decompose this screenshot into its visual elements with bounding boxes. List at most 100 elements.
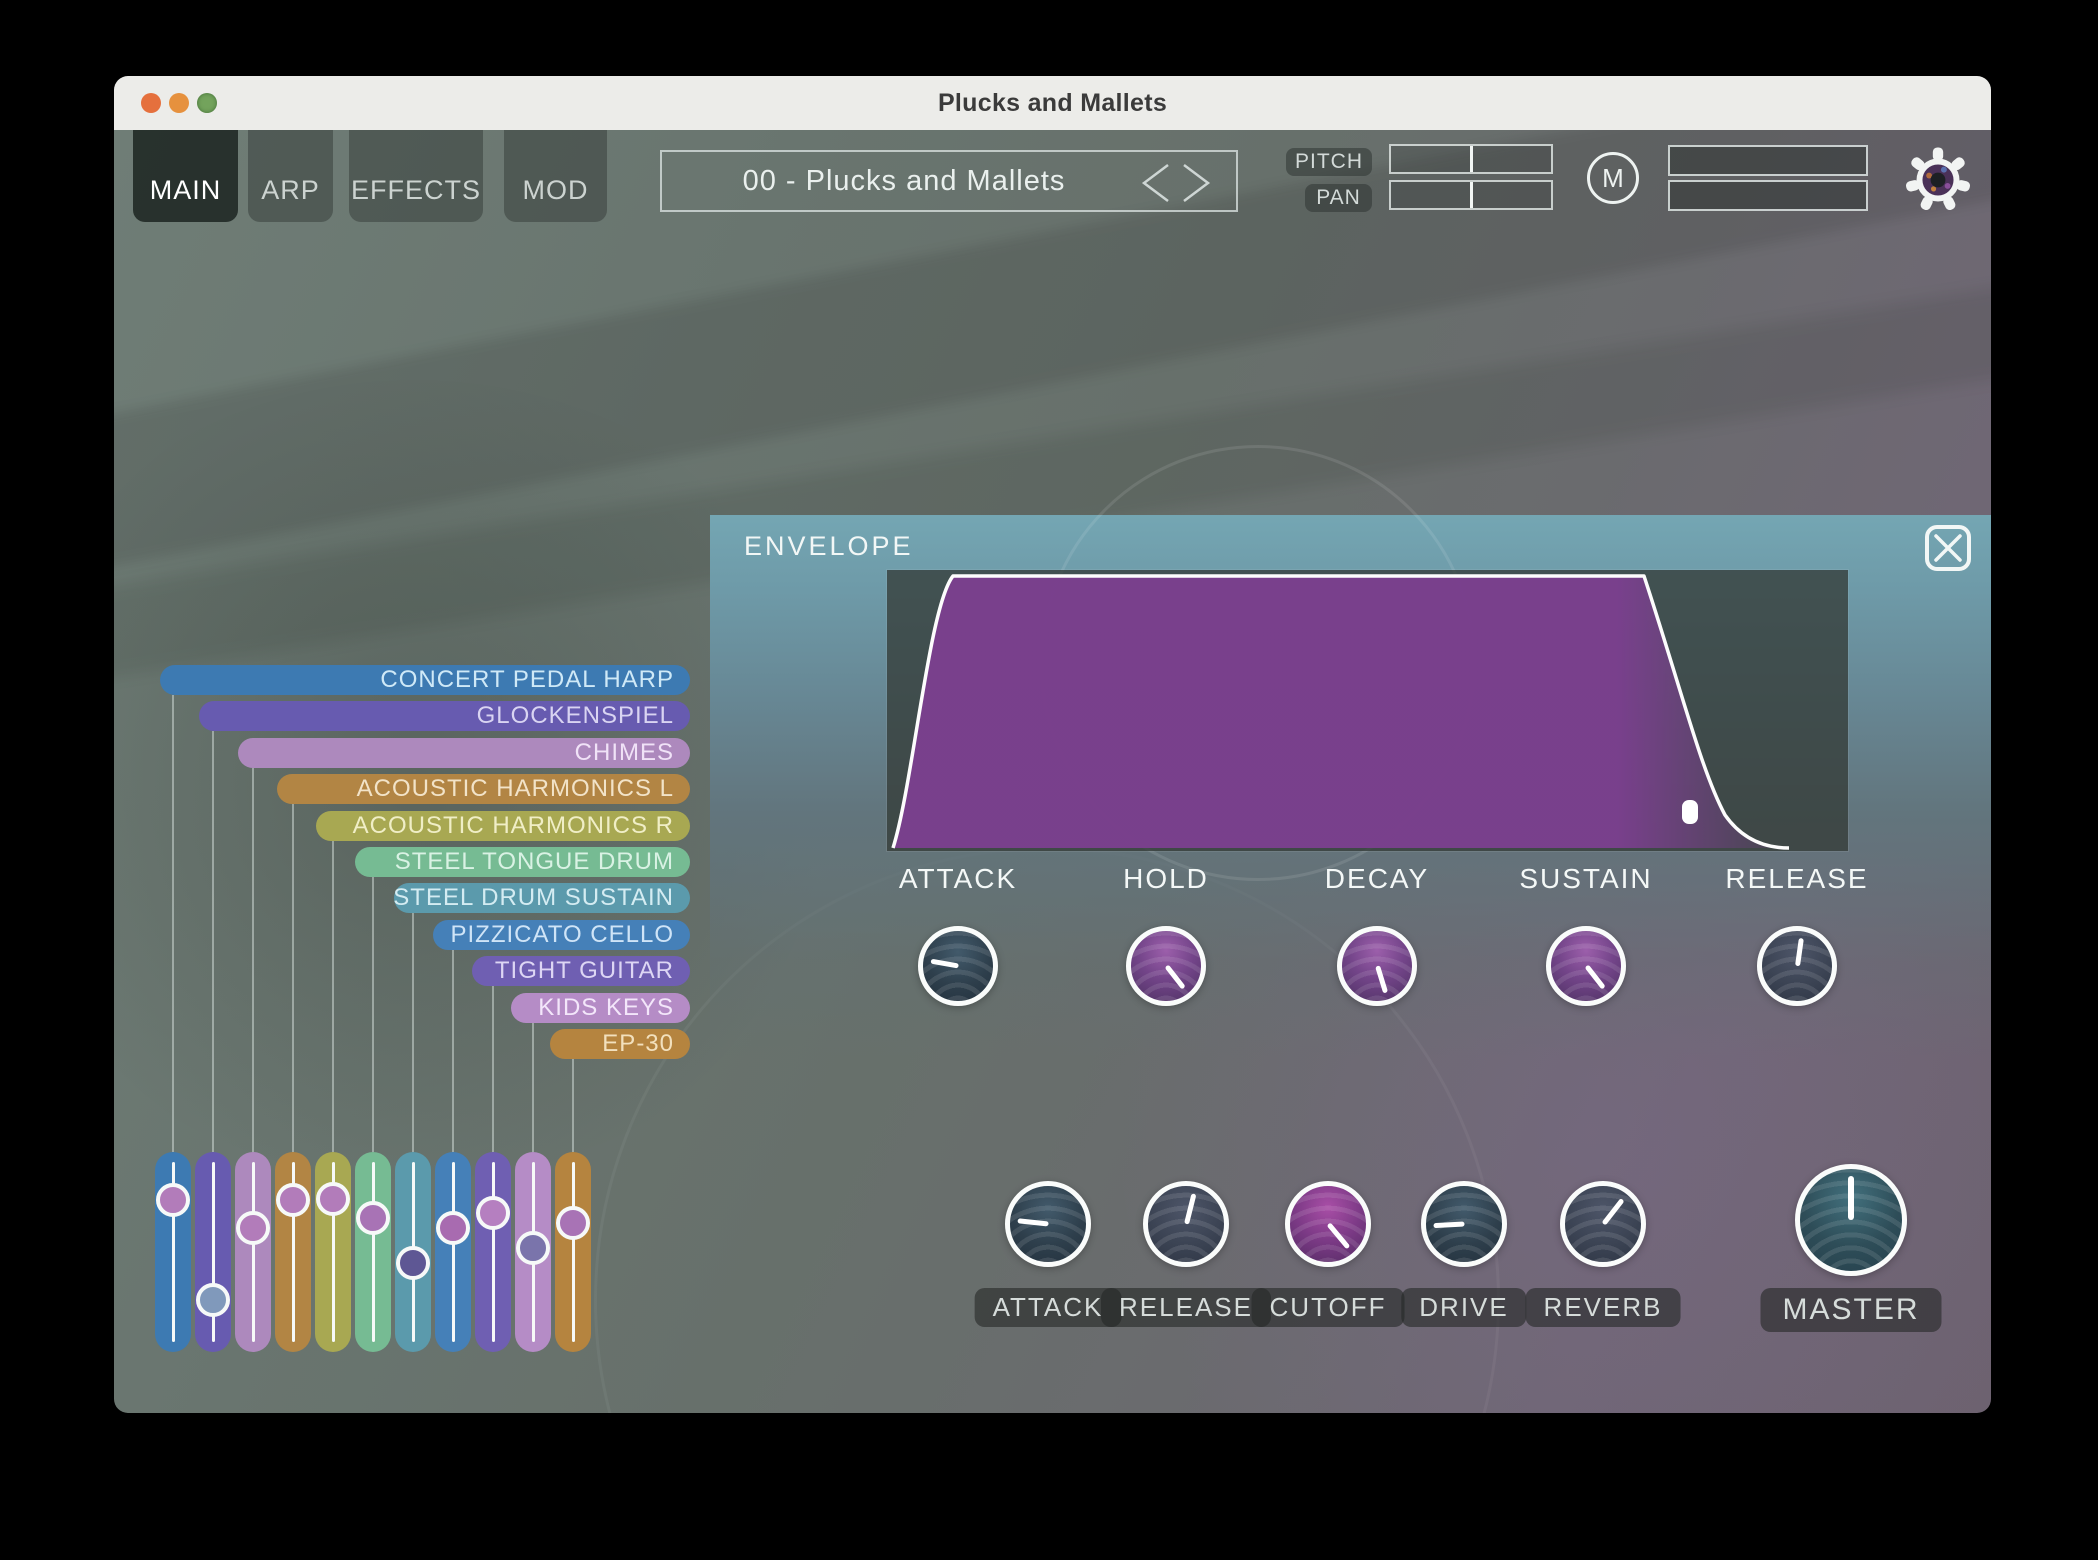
tab-main[interactable]: MAIN bbox=[133, 130, 238, 222]
attack-knob-label: ATTACK bbox=[975, 1288, 1122, 1327]
instrument-label-steel-drum-sustain[interactable]: STEEL DRUM SUSTAIN bbox=[394, 883, 690, 913]
instrument-label-ep-30[interactable]: EP-30 bbox=[550, 1029, 690, 1059]
close-envelope-button[interactable] bbox=[1925, 525, 1971, 571]
fader-connector-line bbox=[412, 913, 414, 1152]
drive-knob[interactable] bbox=[1421, 1181, 1507, 1267]
volume-fader-pizzicato-cello[interactable] bbox=[435, 1152, 471, 1352]
fader-track-line bbox=[492, 1162, 495, 1342]
knob-pointer bbox=[1017, 1218, 1048, 1226]
fader-track-line bbox=[452, 1162, 455, 1342]
chevron-right-icon bbox=[1184, 165, 1208, 201]
plugin-window: Plucks and Mallets MAINARPEFFECTSMOD 00 … bbox=[114, 76, 1991, 1413]
envelope-graph[interactable] bbox=[887, 570, 1848, 851]
close-window-button[interactable] bbox=[141, 93, 161, 113]
level-meter-top bbox=[1668, 145, 1868, 176]
fader-track-line bbox=[372, 1162, 375, 1342]
settings-gear-icon[interactable] bbox=[1901, 143, 1975, 217]
knob-pointer bbox=[1795, 938, 1804, 966]
envelope-decay-label: DECAY bbox=[1325, 863, 1429, 895]
fader-connector-line bbox=[252, 768, 254, 1152]
fader-track-line bbox=[252, 1162, 255, 1342]
knob-pointer bbox=[1375, 965, 1388, 993]
mono-button[interactable]: M bbox=[1587, 152, 1639, 204]
envelope-panel-title: ENVELOPE bbox=[744, 531, 914, 562]
volume-fader-acoustic-harmonics-r[interactable] bbox=[315, 1152, 351, 1352]
fader-thumb[interactable] bbox=[356, 1201, 390, 1235]
envelope-panel: ENVELOPE bbox=[710, 515, 1991, 1057]
instrument-label-acoustic-harmonics-r[interactable]: ACOUSTIC HARMONICS R bbox=[316, 811, 690, 841]
instrument-label-pizzicato-cello[interactable]: PIZZICATO CELLO bbox=[433, 920, 690, 950]
fader-thumb[interactable] bbox=[476, 1196, 510, 1230]
master-knob[interactable] bbox=[1795, 1164, 1907, 1276]
fader-thumb[interactable] bbox=[276, 1183, 310, 1217]
pan-label: PAN bbox=[1305, 184, 1372, 212]
volume-fader-steel-drum-sustain[interactable] bbox=[395, 1152, 431, 1352]
envelope-release-knob[interactable] bbox=[1757, 926, 1837, 1006]
volume-fader-glockenspiel[interactable] bbox=[195, 1152, 231, 1352]
drive-knob-label: DRIVE bbox=[1401, 1288, 1526, 1327]
instrument-label-concert-pedal-harp[interactable]: CONCERT PEDAL HARP bbox=[160, 665, 690, 695]
zoom-window-button[interactable] bbox=[197, 93, 217, 113]
tab-effects[interactable]: EFFECTS bbox=[349, 130, 483, 222]
cutoff-knob[interactable] bbox=[1285, 1181, 1371, 1267]
fader-thumb[interactable] bbox=[156, 1183, 190, 1217]
volume-fader-steel-tongue-drum[interactable] bbox=[355, 1152, 391, 1352]
envelope-hold-knob[interactable] bbox=[1126, 926, 1206, 1006]
master-knob-label: MASTER bbox=[1760, 1288, 1941, 1332]
fader-connector-line bbox=[212, 731, 214, 1152]
pan-slider[interactable] bbox=[1389, 180, 1553, 210]
volume-fader-acoustic-harmonics-l[interactable] bbox=[275, 1152, 311, 1352]
fader-connector-line bbox=[292, 804, 294, 1152]
release-knob[interactable] bbox=[1143, 1181, 1229, 1267]
reverb-knob-label: REVERB bbox=[1526, 1288, 1681, 1327]
envelope-release-handle[interactable] bbox=[1682, 800, 1698, 824]
instrument-label-chimes[interactable]: CHIMES bbox=[238, 738, 690, 768]
knob-pointer bbox=[1584, 964, 1605, 989]
minimize-window-button[interactable] bbox=[169, 93, 189, 113]
volume-fader-chimes[interactable] bbox=[235, 1152, 271, 1352]
attack-knob[interactable] bbox=[1005, 1181, 1091, 1267]
instrument-label-acoustic-harmonics-l[interactable]: ACOUSTIC HARMONICS L bbox=[277, 774, 690, 804]
knob-pointer bbox=[1326, 1222, 1350, 1249]
fader-thumb[interactable] bbox=[516, 1231, 550, 1265]
envelope-sustain-label: SUSTAIN bbox=[1519, 863, 1652, 895]
preset-prev-next-icons[interactable] bbox=[1134, 159, 1218, 207]
envelope-sustain-knob[interactable] bbox=[1546, 926, 1626, 1006]
fader-thumb[interactable] bbox=[436, 1211, 470, 1245]
pan-slider-handle[interactable] bbox=[1470, 182, 1473, 208]
instrument-label-kids-keys[interactable]: KIDS KEYS bbox=[511, 993, 690, 1023]
fader-thumb[interactable] bbox=[396, 1246, 430, 1280]
envelope-curve bbox=[887, 570, 1848, 851]
volume-fader-tight-guitar[interactable] bbox=[475, 1152, 511, 1352]
envelope-decay-knob[interactable] bbox=[1337, 926, 1417, 1006]
pitch-slider-handle[interactable] bbox=[1470, 146, 1473, 172]
tab-mod[interactable]: MOD bbox=[504, 130, 607, 222]
envelope-attack-knob[interactable] bbox=[918, 926, 998, 1006]
fader-connector-line bbox=[532, 1023, 534, 1152]
fader-connector-line bbox=[332, 841, 334, 1152]
volume-fader-concert-pedal-harp[interactable] bbox=[155, 1152, 191, 1352]
knob-pointer bbox=[1433, 1222, 1464, 1229]
instrument-label-tight-guitar[interactable]: TIGHT GUITAR bbox=[472, 956, 690, 986]
fader-thumb[interactable] bbox=[556, 1206, 590, 1240]
volume-fader-ep-30[interactable] bbox=[555, 1152, 591, 1352]
envelope-release-label: RELEASE bbox=[1725, 863, 1868, 895]
knob-pointer bbox=[1601, 1198, 1624, 1226]
fader-connector-line bbox=[372, 877, 374, 1152]
instrument-label-glockenspiel[interactable]: GLOCKENSPIEL bbox=[199, 701, 690, 731]
fader-thumb[interactable] bbox=[196, 1283, 230, 1317]
instrument-label-steel-tongue-drum[interactable]: STEEL TONGUE DRUM bbox=[355, 847, 690, 877]
master-knob-pointer bbox=[1848, 1176, 1854, 1220]
window-title: Plucks and Mallets bbox=[938, 89, 1167, 118]
fader-thumb[interactable] bbox=[236, 1211, 270, 1245]
fader-thumb[interactable] bbox=[316, 1182, 350, 1216]
volume-fader-kids-keys[interactable] bbox=[515, 1152, 551, 1352]
tab-arp[interactable]: ARP bbox=[248, 130, 333, 222]
preset-selector[interactable]: 00 - Plucks and Mallets bbox=[660, 150, 1238, 212]
knob-pointer bbox=[1184, 1193, 1196, 1224]
pitch-slider[interactable] bbox=[1389, 144, 1553, 174]
titlebar: Plucks and Mallets bbox=[114, 76, 1991, 130]
envelope-attack-label: ATTACK bbox=[899, 863, 1017, 895]
fader-connector-line bbox=[572, 1059, 574, 1152]
reverb-knob[interactable] bbox=[1560, 1181, 1646, 1267]
